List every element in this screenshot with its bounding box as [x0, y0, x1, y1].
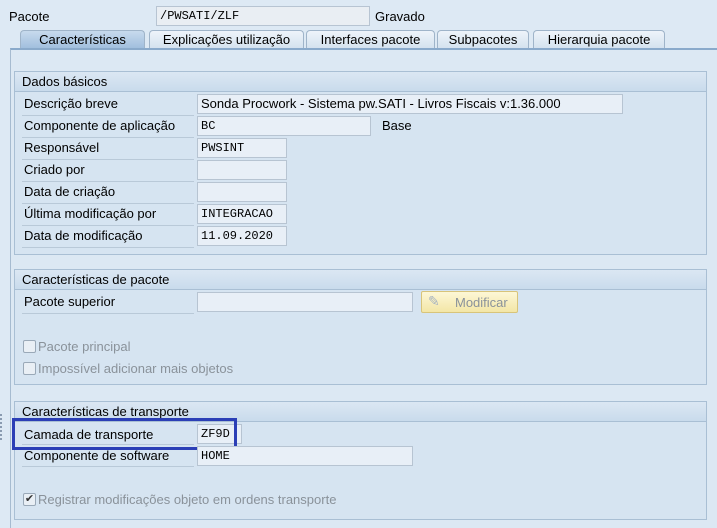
- field-label: Componente de aplicação: [24, 118, 176, 133]
- no-more-objects-checkbox[interactable]: [23, 362, 36, 375]
- change-date-input[interactable]: 11.09.2020: [197, 226, 287, 246]
- modify-button[interactable]: ✎ Modificar: [421, 291, 518, 313]
- field-label: Pacote superior: [24, 294, 116, 309]
- tab-hierarquia[interactable]: Hierarquia pacote: [533, 30, 665, 49]
- software-component-input[interactable]: HOME: [197, 446, 413, 466]
- field-label: Data de criação: [24, 184, 116, 199]
- short-description-input[interactable]: Sonda Procwork - Sistema pw.SATI - Livro…: [197, 94, 623, 114]
- pencil-icon: ✎: [428, 293, 440, 309]
- no-more-objects-label: Impossível adicionar mais objetos: [38, 361, 234, 376]
- tab-interfaces[interactable]: Interfaces pacote: [306, 30, 435, 49]
- tab-subpacotes[interactable]: Subpacotes: [437, 30, 529, 49]
- field-label: Descrição breve: [24, 96, 118, 111]
- field-label: Responsável: [24, 140, 100, 155]
- package-input[interactable]: /PWSATI/ZLF: [156, 6, 370, 26]
- app-component-text: Base: [382, 118, 412, 133]
- package-label: Pacote: [9, 9, 50, 24]
- modify-button-label: Modificar: [455, 295, 508, 310]
- field-label: Data de modificação: [24, 228, 143, 243]
- group-title: Dados básicos: [15, 72, 706, 92]
- main-package-checkbox[interactable]: [23, 340, 36, 353]
- field-label: Componente de software: [24, 448, 170, 463]
- created-by-input[interactable]: [197, 160, 287, 180]
- superior-package-input[interactable]: [197, 292, 413, 312]
- group-title: Características de pacote: [15, 270, 706, 290]
- creation-date-input[interactable]: [197, 182, 287, 202]
- record-changes-checkbox[interactable]: ✔: [23, 493, 36, 506]
- last-changed-by-input[interactable]: INTEGRACAO: [197, 204, 287, 224]
- status-text: Gravado: [375, 9, 425, 24]
- main-package-label: Pacote principal: [38, 339, 131, 354]
- resize-handle[interactable]: [0, 414, 3, 440]
- responsible-input[interactable]: PWSINT: [197, 138, 287, 158]
- tab-explicacoes[interactable]: Explicações utilização: [149, 30, 304, 49]
- field-label: Criado por: [24, 162, 85, 177]
- field-label: Última modificação por: [24, 206, 157, 221]
- app-component-input[interactable]: BC: [197, 116, 371, 136]
- record-changes-label: Registrar modificações objeto em ordens …: [38, 492, 337, 507]
- tab-caracteristicas[interactable]: Características: [20, 30, 145, 50]
